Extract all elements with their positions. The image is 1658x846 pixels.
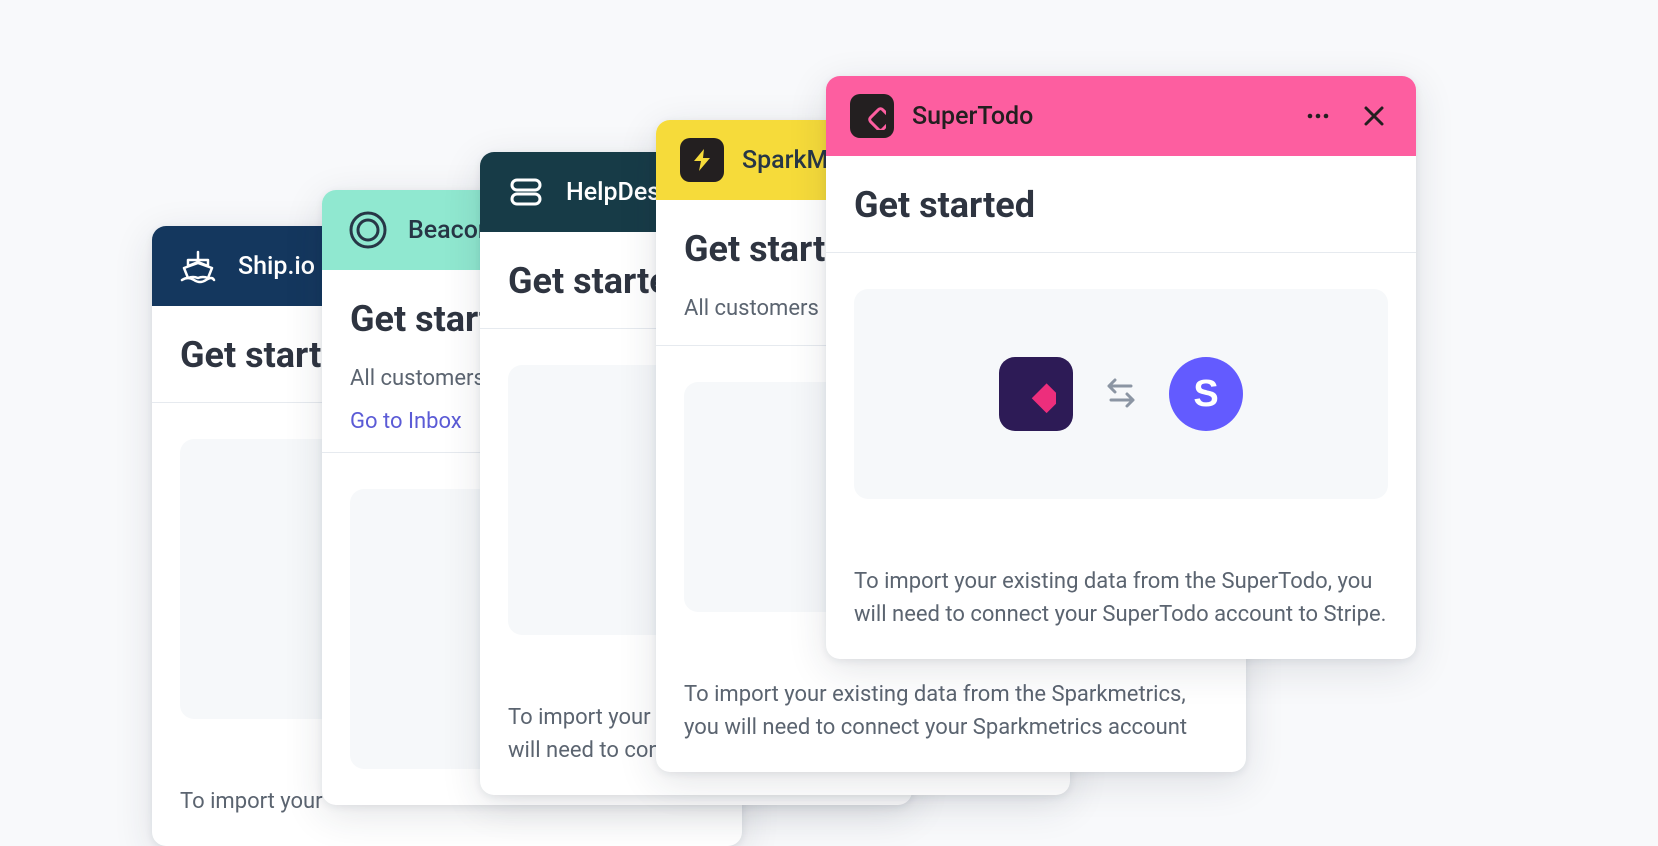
- divider: [826, 252, 1416, 253]
- card-header: SuperTodo: [826, 76, 1416, 156]
- header-actions: [1300, 98, 1392, 134]
- card-supertodo: SuperTodo Get started: [826, 76, 1416, 659]
- supertodo-icon: [850, 94, 894, 138]
- card-stack: Ship.io Get started To import your Beaco…: [0, 0, 1658, 828]
- sync-arrows-icon: [1101, 372, 1141, 416]
- connect-illustration: S: [854, 289, 1388, 499]
- beacon-icon: [346, 208, 390, 252]
- helpdesk-icon: [504, 170, 548, 214]
- stripe-app-icon: S: [1169, 357, 1243, 431]
- page-title: Get started: [854, 184, 1388, 226]
- close-button[interactable]: [1356, 98, 1392, 134]
- body-title-wrap: Get started: [826, 156, 1416, 252]
- import-description: To import your existing data from the Sp…: [656, 648, 1246, 772]
- more-button[interactable]: [1300, 98, 1336, 134]
- stripe-initial: S: [1193, 373, 1218, 416]
- import-description: To import your existing data from the Su…: [826, 535, 1416, 659]
- supertodo-app-icon: [999, 357, 1073, 431]
- spark-icon: [680, 138, 724, 182]
- ship-icon: [176, 244, 220, 288]
- app-title: SuperTodo: [912, 102, 1282, 131]
